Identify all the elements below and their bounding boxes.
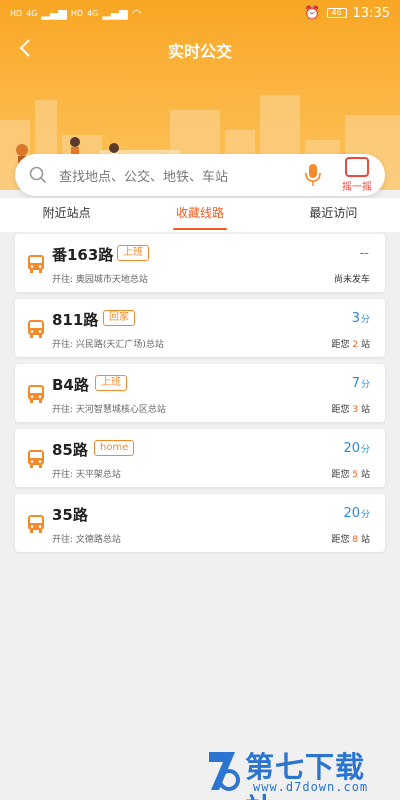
route-status: 距您 5 站	[331, 467, 370, 480]
wifi-icon: ◠	[131, 6, 142, 20]
bus-icon	[28, 255, 44, 273]
status-suffix: 站	[360, 535, 370, 545]
route-card[interactable]: 85路 home 开往: 天平架总站 20分 距您 5 站	[15, 429, 385, 487]
route-eta: 3分	[352, 311, 370, 326]
route-tag: 上班	[95, 375, 127, 391]
bus-icon	[28, 515, 44, 533]
route-destination: 开往: 奥园城市天地总站	[52, 275, 148, 285]
bus-icon	[28, 450, 44, 468]
route-eta: 7分	[352, 376, 370, 391]
route-tag: home	[94, 440, 135, 456]
signal-bars-icon: ▂▄▆	[41, 6, 67, 20]
status-bar: HD 4G ▂▄▆ HD 4G ▂▄▆ ◠ ⏰ 46 13:35	[0, 0, 400, 26]
route-tag: 回家	[103, 310, 135, 326]
shake-label: 摇一摇	[342, 182, 372, 193]
tab-bar: 附近站点 收藏线路 最近访问	[0, 198, 400, 232]
shake-button[interactable]: 摇一摇	[329, 154, 385, 196]
eta-unit: 分	[360, 445, 370, 455]
route-tag: 上班	[117, 245, 149, 261]
search-input[interactable]: 查找地点、公交、地铁、车站	[59, 166, 303, 185]
route-destination: 开往: 文德路总站	[52, 535, 121, 545]
route-name: 85路	[52, 441, 88, 459]
stops-count: 3	[352, 405, 359, 415]
search-icon	[29, 166, 47, 184]
network-hd-1: HD	[10, 8, 23, 18]
status-suffix: 站	[360, 470, 370, 480]
stops-count: 8	[352, 535, 359, 545]
microphone-icon[interactable]	[303, 162, 323, 188]
watermark-logo-icon	[209, 752, 240, 791]
route-eta: 20分	[343, 506, 370, 521]
route-card[interactable]: 番163路 上班 开往: 奥园城市天地总站 -- 尚未发车	[15, 234, 385, 292]
stops-count: 5	[352, 470, 359, 480]
watermark: 第七下载站 www.d7down.com	[205, 744, 380, 800]
eta-value: --	[359, 246, 369, 261]
top-bar: 实时公交	[0, 34, 400, 66]
route-eta: 20分	[343, 441, 370, 456]
signal-bars-icon: ▂▄▆	[102, 6, 128, 20]
route-destination: 开往: 兴民路(天汇广场)总站	[52, 340, 164, 350]
eta-unit: 分	[360, 315, 370, 325]
route-card[interactable]: 35路 开往: 文德路总站 20分 距您 8 站	[15, 494, 385, 552]
search-bar[interactable]: 查找地点、公交、地铁、车站 摇一摇	[15, 154, 385, 196]
tab-favorite-routes[interactable]: 收藏线路	[133, 198, 266, 232]
route-name: 番163路	[52, 246, 114, 264]
eta-value: 20	[343, 506, 360, 521]
eta-value: 20	[343, 441, 360, 456]
bus-icon	[28, 385, 44, 403]
signal-4g-1: 4G	[26, 8, 38, 18]
clock-time: 13:35	[352, 5, 390, 21]
route-destination: 开往: 天平架总站	[52, 470, 121, 480]
bus-icon	[28, 320, 44, 338]
route-eta: --	[360, 246, 370, 261]
route-card[interactable]: 811路 回家 开往: 兴民路(天汇广场)总站 3分 距您 2 站	[15, 299, 385, 357]
route-destination: 开往: 天河智慧城核心区总站	[52, 405, 166, 415]
route-name: 35路	[52, 506, 88, 524]
watermark-url: www.d7down.com	[253, 780, 369, 794]
route-status: 距您 3 站	[331, 402, 370, 415]
status-prefix: 距您	[331, 470, 350, 480]
status-prefix: 距您	[331, 405, 350, 415]
route-status: 尚未发车	[334, 272, 370, 285]
shake-icon	[345, 157, 369, 177]
route-status: 距您 8 站	[331, 532, 370, 545]
eta-value: 3	[351, 311, 360, 326]
status-suffix: 站	[360, 405, 370, 415]
route-name: B4路	[52, 376, 89, 394]
page-title: 实时公交	[167, 42, 232, 61]
stops-count: 2	[352, 340, 359, 350]
route-status: 距您 2 站	[331, 337, 370, 350]
eta-unit: 分	[360, 510, 370, 520]
route-list: 番163路 上班 开往: 奥园城市天地总站 -- 尚未发车 811路 回家 开往…	[15, 234, 385, 559]
tab-nearby-stops[interactable]: 附近站点	[0, 198, 133, 232]
status-prefix: 距您	[331, 340, 350, 350]
status-suffix: 站	[360, 340, 370, 350]
chevron-left-icon[interactable]	[18, 38, 42, 62]
route-card[interactable]: B4路 上班 开往: 天河智慧城核心区总站 7分 距您 3 站	[15, 364, 385, 422]
signal-4g-2: 4G	[87, 8, 99, 18]
alarm-icon: ⏰	[304, 5, 321, 21]
eta-value: 7	[351, 376, 360, 391]
network-hd-2: HD	[70, 8, 84, 18]
status-prefix: 尚未发车	[333, 275, 370, 285]
tab-recent-visits[interactable]: 最近访问	[267, 198, 400, 232]
route-name: 811路	[52, 311, 99, 329]
battery-icon: 46	[326, 8, 347, 18]
eta-unit: 分	[360, 380, 370, 390]
status-prefix: 距您	[331, 535, 350, 545]
